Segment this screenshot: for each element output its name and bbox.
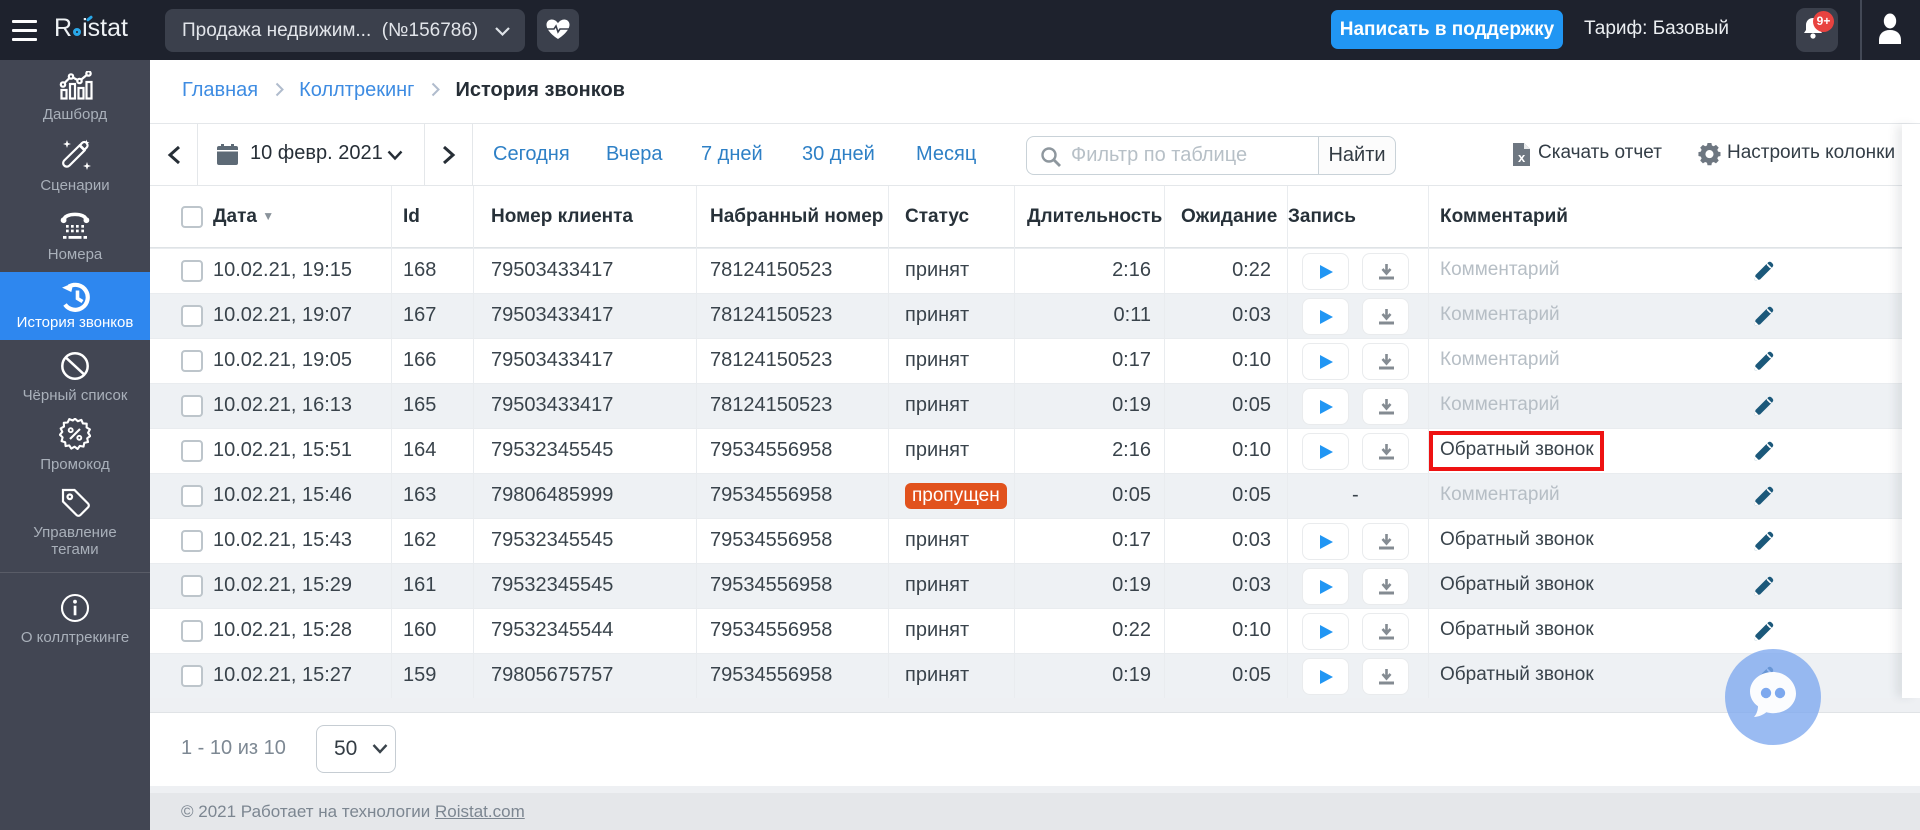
svg-text:x: x xyxy=(1518,150,1526,165)
